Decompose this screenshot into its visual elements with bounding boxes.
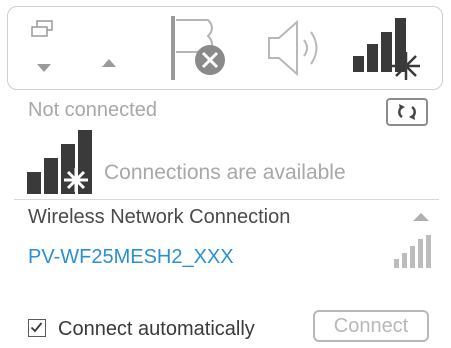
action-center-flag-icon[interactable] — [168, 14, 230, 82]
connection-status: Not connected — [28, 99, 157, 121]
checkmark-icon — [30, 322, 43, 333]
show-windows-icon[interactable] — [30, 20, 56, 40]
network-signal-icon — [393, 234, 433, 270]
wifi-signal-icon[interactable] — [350, 14, 424, 84]
connections-available-icon — [26, 128, 98, 198]
divider — [14, 199, 439, 200]
connections-available-text: Connections are available — [104, 161, 346, 184]
refresh-icon — [398, 104, 416, 120]
collapse-icon[interactable] — [413, 212, 429, 222]
chevron-up-icon[interactable] — [102, 58, 116, 67]
chevron-down-icon[interactable] — [37, 64, 51, 73]
connect-button[interactable]: Connect — [313, 310, 429, 342]
connect-automatically-checkbox[interactable] — [28, 319, 46, 337]
speaker-icon[interactable] — [266, 18, 328, 78]
section-title: Wireless Network Connection — [28, 206, 291, 228]
connect-automatically-label: Connect automatically — [58, 318, 255, 340]
refresh-button[interactable] — [386, 98, 428, 126]
network-ssid[interactable]: PV-WF25MESH2_XXX — [28, 246, 234, 269]
